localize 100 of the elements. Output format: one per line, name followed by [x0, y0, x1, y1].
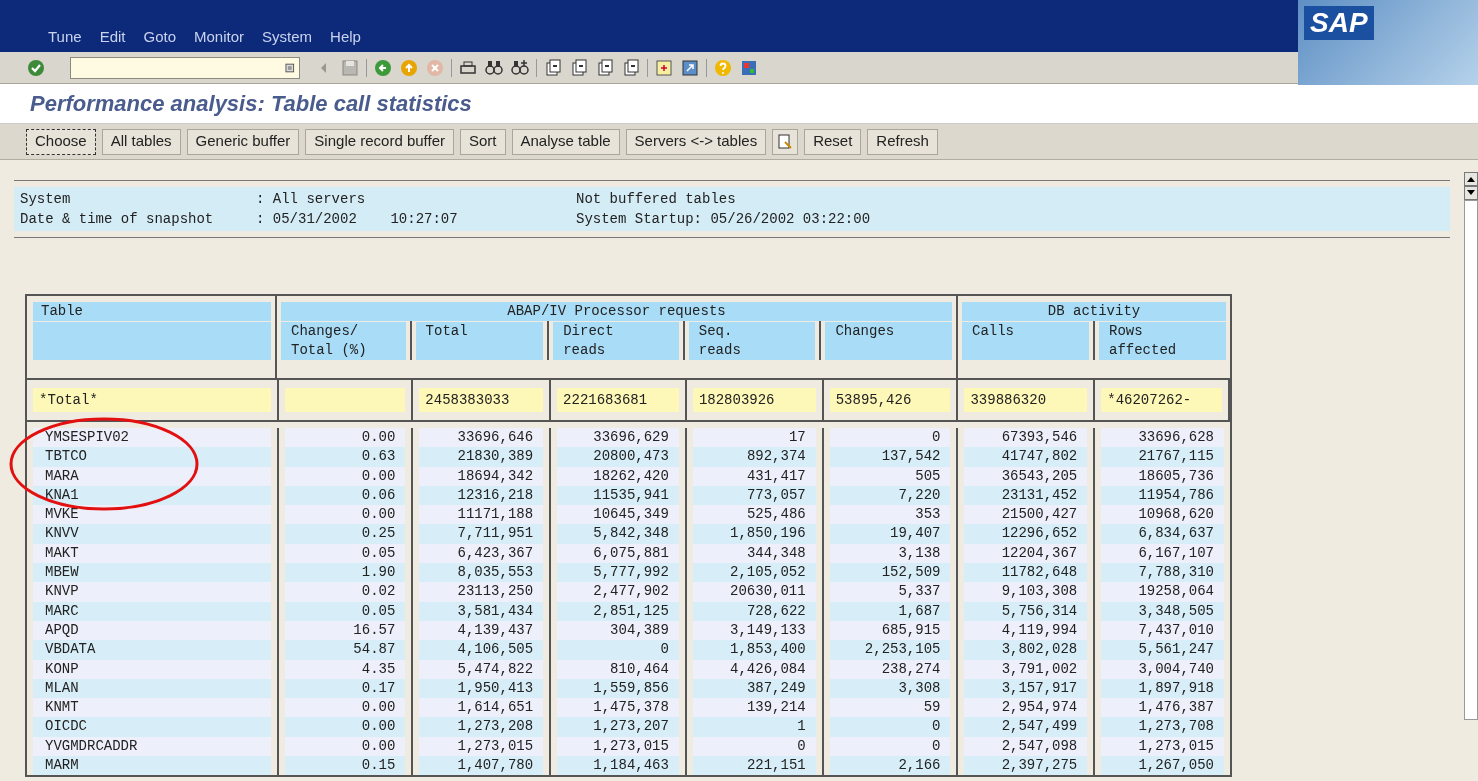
table-cell: 4,139,437	[419, 620, 544, 641]
table-cell: 1,687	[829, 601, 951, 621]
table-cell: 21500,427	[964, 505, 1088, 525]
toolbar-button[interactable]: Generic buffer	[186, 128, 300, 155]
shortcut-icon[interactable]	[680, 57, 700, 78]
total-cell: 339886320	[964, 388, 1088, 412]
table-cell: 20630,011	[692, 582, 816, 602]
toolbar-button[interactable]: Sort	[460, 128, 506, 155]
table-cell: 17	[692, 428, 816, 448]
table-cell: 1,184,463	[557, 756, 679, 776]
toolbar-button[interactable]: Single record buffer	[305, 128, 454, 155]
table-cell: 4,119,994	[964, 620, 1088, 641]
toolbar-button[interactable]: Refresh	[867, 128, 938, 155]
table-cell: 2,397,275	[964, 756, 1088, 776]
table-cell: VBDATA	[33, 640, 271, 660]
table-cell: 4,106,505	[419, 640, 544, 660]
toolbar-button[interactable]: Choose	[26, 128, 96, 155]
table-cell: 685,915	[829, 620, 951, 641]
info-value: : All servers	[256, 189, 367, 209]
table-cell: 11535,941	[557, 485, 679, 506]
menu-item[interactable]: Goto	[143, 25, 177, 48]
table-cell: 10645,349	[557, 505, 679, 525]
menu-item[interactable]: Help	[330, 25, 361, 48]
table-cell: 6,075,881	[557, 543, 679, 564]
table-cell: 3,308	[829, 678, 951, 699]
table-cell: 1,559,856	[557, 678, 679, 699]
column-group-header: DB activity	[962, 302, 1226, 321]
table-cell: 525,486	[692, 505, 816, 525]
menu-item[interactable]: System	[262, 25, 313, 48]
down-arrow-icon	[1467, 190, 1475, 196]
table-cell: 7,711,951	[419, 524, 544, 544]
table-cell: 12296,652	[964, 524, 1088, 544]
new-window-icon[interactable]	[654, 57, 674, 78]
table-cell: 2,253,105	[829, 640, 951, 660]
menu-item[interactable]: Monitor	[194, 25, 245, 48]
check-icon[interactable]	[26, 57, 46, 78]
last-page-icon[interactable]	[621, 57, 641, 78]
table-cell: 11782,648	[964, 563, 1088, 583]
table-cell: 5,842,348	[557, 524, 679, 544]
previous-page-icon[interactable]	[569, 57, 589, 78]
table-cell: 0.00	[284, 698, 406, 718]
history-icon[interactable]	[285, 62, 295, 73]
toolbar-button[interactable]: Reset	[804, 128, 862, 155]
scroll-up-button[interactable]	[1464, 172, 1478, 186]
back-icon[interactable]	[373, 57, 393, 78]
toolbar-button[interactable]: All tables	[101, 128, 181, 155]
table-cell: 0	[829, 736, 951, 757]
binoculars-plus-icon[interactable]	[510, 57, 530, 78]
command-field[interactable]	[70, 56, 300, 79]
first-page-icon[interactable]	[543, 57, 563, 78]
table-cell: 2,547,098	[964, 736, 1088, 757]
table-cell: 23113,250	[419, 582, 544, 602]
table-cell: 5,561,247	[1101, 640, 1225, 660]
export-button[interactable]	[772, 128, 799, 155]
table-cell: 1,475,378	[557, 698, 679, 718]
table-cell: 2,851,125	[557, 601, 679, 621]
table-cell: 304,389	[557, 620, 679, 641]
column-header: Changes/ Total (%)	[281, 322, 406, 360]
table-cell: 41747,802	[964, 447, 1088, 467]
table-cell: MARC	[33, 601, 271, 621]
table-cell: 0.05	[284, 601, 406, 621]
total-cell: 53895,426	[829, 388, 951, 412]
table-cell: 0.05	[284, 543, 406, 564]
table-cell: 1,273,015	[557, 736, 679, 757]
table-cell: 1,897,918	[1101, 678, 1225, 699]
table-cell: 1,273,207	[557, 717, 679, 737]
column-header: Total	[415, 322, 544, 360]
up-arrow-icon	[1467, 176, 1475, 182]
table-cell: 1,853,400	[692, 640, 816, 660]
table-cell: 1,273,708	[1101, 717, 1225, 737]
table-cell: 3,004,740	[1101, 659, 1225, 679]
table-cell: 18605,736	[1101, 466, 1225, 486]
table-cell: 67393,546	[964, 428, 1088, 448]
info-label: Date & time of snapshot	[20, 209, 215, 229]
total-cell: 2458383033	[419, 388, 544, 412]
table-cell: 0.17	[284, 678, 406, 699]
table-cell: 238,274	[829, 659, 951, 679]
table-cell: 0	[557, 640, 679, 660]
table-cell: 0.25	[284, 524, 406, 544]
table-cell: 36543,205	[964, 466, 1088, 486]
column-header: Direct reads	[553, 322, 679, 360]
table-cell: 6,423,367	[419, 543, 544, 564]
toolbar-button[interactable]: Analyse table	[511, 128, 620, 155]
table-cell: 2,547,499	[964, 717, 1088, 737]
table-cell: 33696,646	[419, 428, 544, 448]
table-cell: 152,509	[829, 563, 951, 583]
table-cell: 139,214	[692, 698, 816, 718]
scroll-down-button[interactable]	[1464, 186, 1478, 200]
table-cell: 0.00	[284, 428, 406, 448]
exit-icon[interactable]	[399, 57, 419, 78]
table-cell: 2,105,052	[692, 563, 816, 583]
menu-item[interactable]: Edit	[99, 25, 126, 48]
info-text: System Startup: 05/26/2002 03:22:00	[576, 209, 871, 229]
menu-item[interactable]: Tune	[48, 25, 82, 48]
table-cell: 431,417	[692, 466, 816, 486]
table-cell: 1,273,208	[419, 717, 544, 737]
toolbar-button[interactable]: Servers <-> tables	[625, 128, 767, 155]
next-page-icon[interactable]	[595, 57, 615, 78]
table-cell: 1,267,050	[1101, 756, 1225, 776]
table-cell: 1	[692, 717, 816, 737]
